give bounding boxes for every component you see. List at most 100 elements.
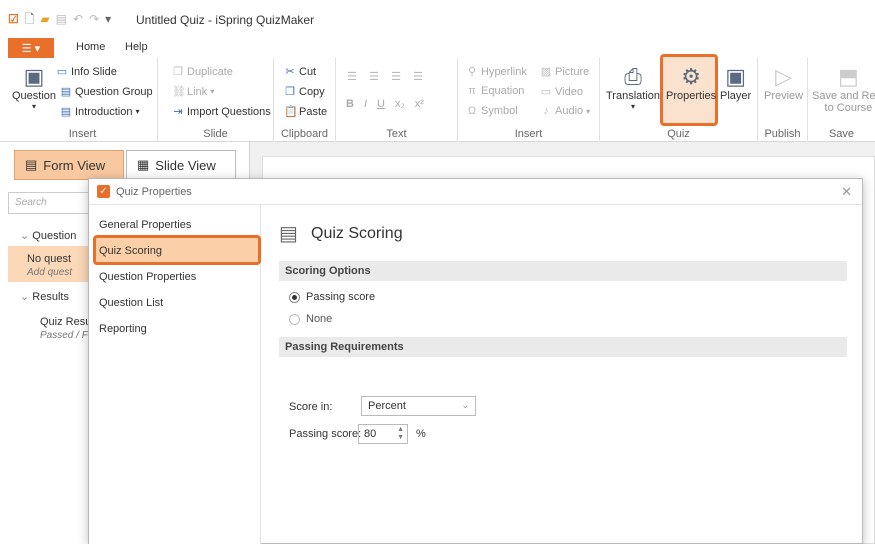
title-bar: ☑ 🗋 ▰ ▤ ↶ ↷ ▾ Untitled Quiz - iSpring Qu… <box>0 0 875 38</box>
decrease-indent-icon[interactable]: ☰ <box>390 70 402 83</box>
dialog-title: Quiz Properties <box>116 186 192 198</box>
numbered-list-icon[interactable]: ☰ <box>368 70 380 83</box>
question-icon: ▣ <box>23 64 45 89</box>
bold-button[interactable]: B <box>346 98 354 110</box>
nav-general-properties[interactable]: General Properties <box>99 219 191 231</box>
save-and-return-button[interactable]: ⬒ Save and Retu to Course <box>812 64 875 114</box>
none-radio[interactable]: None <box>289 313 332 325</box>
audio-button[interactable]: ♪ Audio ▾ <box>540 105 590 117</box>
percent-unit: % <box>416 428 426 440</box>
passing-score-label: Passing score: <box>289 428 362 440</box>
underline-button[interactable]: U <box>377 98 385 110</box>
save-course-icon: ⬒ <box>837 64 859 89</box>
new-file-icon[interactable]: 🗋 <box>25 12 35 26</box>
media-insert-group: ⚲ Hyperlink π Equation Ω Symbol ▨ Pictur… <box>458 58 600 142</box>
spin-arrows-icon[interactable]: ▲ ▼ <box>397 426 404 442</box>
score-in-select[interactable]: Percent ⌄ <box>361 396 476 416</box>
tab-slide-view[interactable]: ▦ Slide View <box>126 150 236 180</box>
video-button[interactable]: ▭ Video <box>540 85 583 99</box>
tab-help[interactable]: Help <box>125 41 148 53</box>
player-button[interactable]: ▣ Player <box>720 64 751 102</box>
group-label: Quiz <box>667 128 690 140</box>
nav-question-properties[interactable]: Question Properties <box>99 271 196 283</box>
copy-button[interactable]: ❐ Copy <box>284 85 325 99</box>
radio-unselected-icon <box>289 313 300 325</box>
insert-group: ▣ Question ▾ ▭ Info Slide ▤ Question Gro… <box>8 58 158 142</box>
introduction-button[interactable]: ▤ Introduction ▾ <box>60 105 140 119</box>
slide-view-icon: ▦ <box>137 157 150 172</box>
passing-score-radio[interactable]: Passing score <box>289 291 375 303</box>
tab-form-view[interactable]: ▤ Form View <box>14 150 124 180</box>
duplicate-icon: ❐ <box>173 66 183 78</box>
close-icon[interactable]: ✕ <box>841 184 852 200</box>
search-input[interactable]: Search <box>8 192 98 214</box>
ribbon: ▣ Question ▾ ▭ Info Slide ▤ Question Gro… <box>0 54 875 142</box>
group-label: Slide <box>203 128 228 140</box>
chevron-down-icon: ▾ <box>32 102 37 111</box>
equation-button[interactable]: π Equation <box>466 85 524 97</box>
picture-icon: ▨ <box>540 66 552 78</box>
video-icon: ▭ <box>540 86 552 98</box>
equation-icon: π <box>468 85 476 97</box>
paragraph-tools: ☰ ☰ ☰ ☰ <box>346 70 424 83</box>
chevron-down-icon: ⌄ <box>20 291 30 303</box>
duplicate-button[interactable]: ❐ Duplicate <box>172 65 233 79</box>
content-title: Quiz Scoring <box>311 225 403 242</box>
import-questions-button[interactable]: ⇥ Import Questions <box>172 105 270 119</box>
open-folder-icon[interactable]: ▰ <box>40 12 49 26</box>
dialog-title-bar: ✓ Quiz Properties ✕ <box>89 179 862 205</box>
customize-toolbar-icon[interactable]: ▾ <box>105 12 111 26</box>
tree-questions[interactable]: ⌄ Question <box>20 229 76 242</box>
italic-button[interactable]: I <box>364 98 367 110</box>
scissors-icon: ✂ <box>285 66 295 78</box>
increase-indent-icon[interactable]: ☰ <box>412 70 424 83</box>
symbol-button[interactable]: Ω Symbol <box>466 105 518 117</box>
info-slide-button[interactable]: ▭ Info Slide <box>56 65 117 79</box>
quiz-group: ⎙ Translation ▾ ⚙ Properties ▣ Player Qu… <box>600 54 758 142</box>
nav-quiz-scoring[interactable]: Quiz Scoring <box>99 245 162 257</box>
quiz-result-item[interactable]: Quiz Resu <box>40 316 91 328</box>
preview-button[interactable]: ▷ Preview <box>764 64 803 102</box>
properties-button[interactable]: ⚙ Properties <box>666 64 716 102</box>
save-group: ⬒ Save and Retu to Course Save <box>808 58 875 142</box>
window-title: Untitled Quiz - iSpring QuizMaker <box>136 13 315 27</box>
import-icon: ⇥ <box>173 106 183 118</box>
info-slide-icon: ▭ <box>56 66 68 78</box>
ribbon-tabs: ☰ ▾ Home Help <box>0 38 875 58</box>
question-button[interactable]: ▣ Question ▾ <box>12 64 56 111</box>
tab-home[interactable]: Home <box>76 41 105 53</box>
group-label: Text <box>386 128 407 140</box>
passed-failed-label: Passed / F <box>40 330 88 341</box>
publish-group: ▷ Preview Publish <box>758 58 808 142</box>
group-label: Insert <box>68 128 97 140</box>
link-button[interactable]: ⛓ Link ▾ <box>172 85 214 99</box>
hyperlink-button[interactable]: ⚲ Hyperlink <box>466 65 527 79</box>
question-group-icon: ▤ <box>60 86 72 98</box>
tree-results[interactable]: ⌄ Results <box>20 290 69 303</box>
translation-button[interactable]: ⎙ Translation ▾ <box>606 64 660 111</box>
quick-access-toolbar: ☑ 🗋 ▰ ▤ ↶ ↷ ▾ <box>8 12 111 26</box>
paste-button[interactable]: 📋 Paste <box>284 105 327 119</box>
dialog-app-icon: ✓ <box>97 185 110 198</box>
superscript-button[interactable]: x² <box>415 98 424 110</box>
dialog-content: ▤ Quiz Scoring Scoring Options Passing s… <box>261 205 864 544</box>
group-label: Clipboard <box>280 128 329 140</box>
file-menu-tab[interactable]: ☰ ▾ <box>8 38 54 58</box>
paste-icon: 📋 <box>284 106 298 118</box>
score-in-label: Score in: <box>289 401 333 413</box>
nav-question-list[interactable]: Question List <box>99 297 163 309</box>
subscript-button[interactable]: x₂ <box>395 98 405 110</box>
chevron-down-icon: ▾ <box>135 107 140 116</box>
save-icon[interactable]: ▤ <box>56 12 67 26</box>
nav-reporting[interactable]: Reporting <box>99 323 147 335</box>
cut-button[interactable]: ✂ Cut <box>284 65 316 79</box>
group-label: Save <box>828 128 855 140</box>
passing-score-stepper[interactable]: 80 ▲ ▼ <box>358 424 408 444</box>
question-group-button[interactable]: ▤ Question Group <box>60 85 153 99</box>
bullet-list-icon[interactable]: ☰ <box>346 70 358 83</box>
undo-icon[interactable]: ↶ <box>73 12 83 26</box>
picture-button[interactable]: ▨ Picture <box>540 65 589 79</box>
redo-icon[interactable]: ↷ <box>89 12 99 26</box>
play-icon: ▷ <box>775 64 793 89</box>
quiz-properties-dialog: ✓ Quiz Properties ✕ General Properties Q… <box>88 178 863 544</box>
